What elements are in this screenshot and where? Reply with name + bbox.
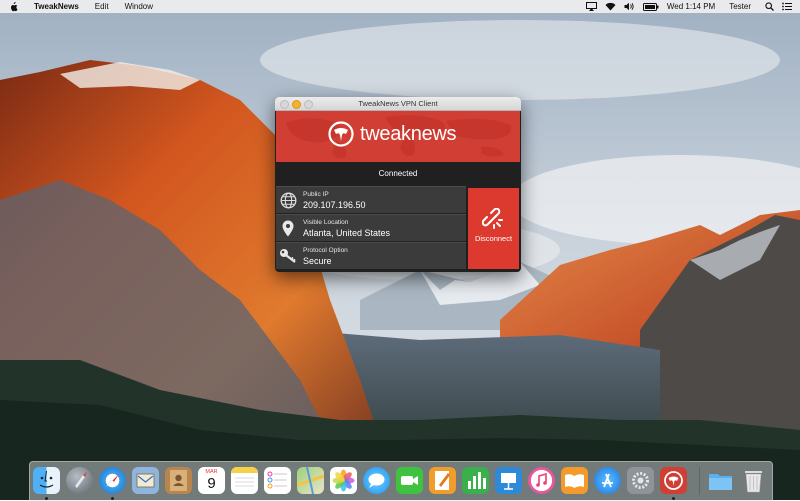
visible-location-value: Atlanta, United States xyxy=(303,228,391,238)
photos-icon[interactable] xyxy=(330,467,357,494)
dock: MAR 9 xyxy=(29,461,773,501)
globe-icon xyxy=(278,189,298,211)
visible-location-row: Visible Location Atlanta, United States xyxy=(276,214,466,241)
disconnect-button[interactable]: Disconnect xyxy=(468,188,519,269)
messages-icon[interactable] xyxy=(363,467,390,494)
launchpad-icon[interactable] xyxy=(66,467,93,494)
trash-icon[interactable] xyxy=(740,467,767,494)
window-title: TweakNews VPN Client xyxy=(358,99,438,108)
dock-separator xyxy=(699,467,700,495)
battery-icon[interactable] xyxy=(642,2,659,11)
protocol-option-row: Protocol Option Secure xyxy=(276,242,466,269)
apple-menu-icon[interactable] xyxy=(9,1,18,12)
wifi-icon[interactable] xyxy=(605,2,616,11)
menu-edit[interactable]: Edit xyxy=(87,0,117,13)
tweaknews-app-icon[interactable] xyxy=(660,467,687,494)
numbers-icon[interactable] xyxy=(462,467,489,494)
finder-icon[interactable] xyxy=(33,467,60,494)
vpn-client-window: TweakNews VPN Client tweaknews Connected… xyxy=(275,97,521,272)
notification-center-icon[interactable] xyxy=(782,2,792,11)
menu-bar: TweakNews Edit Window Wed 1:14 PM Tester xyxy=(0,0,800,13)
brand-banner: tweaknews xyxy=(276,111,520,162)
ibooks-icon[interactable] xyxy=(561,467,588,494)
keynote-icon[interactable] xyxy=(495,467,522,494)
protocol-option-label: Protocol Option xyxy=(303,247,348,254)
contacts-icon[interactable] xyxy=(165,467,192,494)
spotlight-icon[interactable] xyxy=(765,2,774,11)
volume-icon[interactable] xyxy=(624,2,635,11)
mail-icon[interactable] xyxy=(132,467,159,494)
pages-icon[interactable] xyxy=(429,467,456,494)
calendar-icon[interactable]: MAR 9 xyxy=(198,467,225,494)
window-titlebar[interactable]: TweakNews VPN Client xyxy=(275,97,521,111)
brand-name: tweaknews xyxy=(360,122,457,145)
key-icon xyxy=(278,245,298,267)
maps-icon[interactable] xyxy=(297,467,324,494)
app-store-icon[interactable] xyxy=(594,467,621,494)
location-pin-icon xyxy=(278,217,298,239)
visible-location-label: Visible Location xyxy=(303,219,349,226)
facetime-icon[interactable] xyxy=(396,467,423,494)
public-ip-label: Public IP xyxy=(303,191,329,198)
safari-icon[interactable] xyxy=(99,467,126,494)
connection-info: Public IP 209.107.196.50 Visible Locatio… xyxy=(276,186,466,270)
system-preferences-icon[interactable] xyxy=(627,467,654,494)
downloads-folder-icon[interactable] xyxy=(707,467,734,494)
menu-user[interactable]: Tester xyxy=(729,0,751,13)
tweaknews-logo-icon xyxy=(328,121,354,147)
connection-status: Connected xyxy=(378,169,418,178)
menu-app-name[interactable]: TweakNews xyxy=(26,0,87,13)
brand-logo: tweaknews xyxy=(328,121,457,147)
airplay-icon[interactable] xyxy=(585,2,597,11)
disconnect-label: Disconnect xyxy=(474,234,513,243)
notes-icon[interactable] xyxy=(231,467,258,494)
calendar-day: 9 xyxy=(207,475,216,492)
protocol-option-value: Secure xyxy=(303,256,332,266)
public-ip-row: Public IP 209.107.196.50 xyxy=(276,186,466,213)
broken-link-icon xyxy=(481,207,504,235)
menu-window[interactable]: Window xyxy=(117,0,161,13)
public-ip-value: 209.107.196.50 xyxy=(303,200,366,210)
itunes-icon[interactable] xyxy=(528,467,555,494)
menu-clock[interactable]: Wed 1:14 PM xyxy=(667,0,715,13)
reminders-icon[interactable] xyxy=(264,467,291,494)
